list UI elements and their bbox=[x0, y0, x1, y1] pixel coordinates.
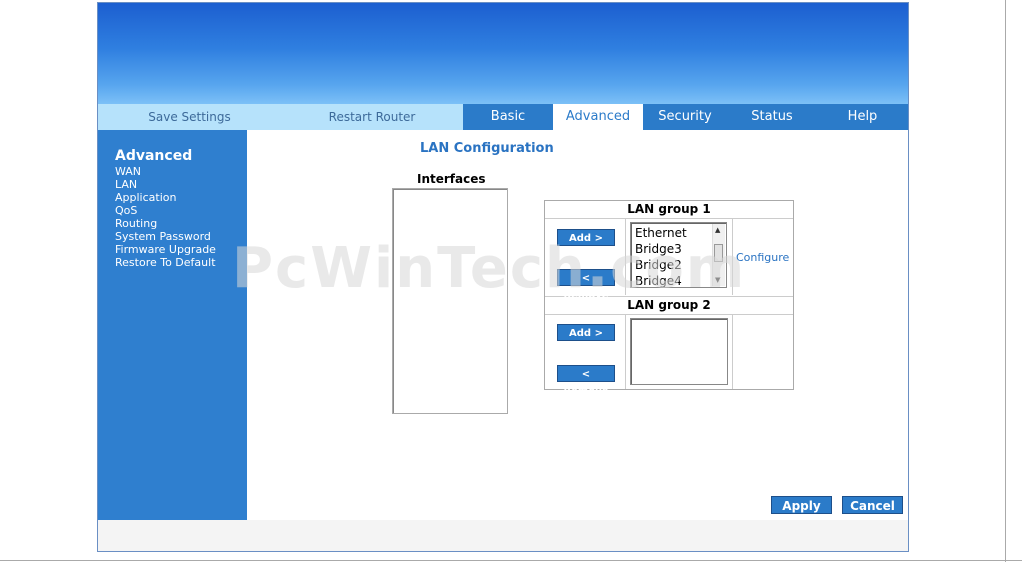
watermark: PcWinTech.com bbox=[232, 236, 747, 301]
apply-button[interactable]: Apply bbox=[771, 496, 832, 514]
interfaces-label: Interfaces bbox=[417, 172, 486, 186]
divider bbox=[625, 314, 626, 389]
footer-bar bbox=[98, 520, 908, 551]
header-banner bbox=[98, 3, 908, 104]
group2-member-listbox[interactable] bbox=[630, 318, 728, 385]
sidebar-item-lan[interactable]: LAN bbox=[115, 178, 137, 191]
window-bottom-line bbox=[0, 560, 1022, 561]
restart-router-link[interactable]: Restart Router bbox=[281, 104, 463, 130]
top-nav: Save Settings Restart Router Basic Advan… bbox=[98, 104, 908, 130]
sidebar: Advanced WAN LAN Application QoS Routing… bbox=[98, 130, 247, 520]
window-edge-line bbox=[1005, 0, 1006, 562]
sidebar-item-firmware-upgrade[interactable]: Firmware Upgrade bbox=[115, 243, 216, 256]
sidebar-item-qos[interactable]: QoS bbox=[115, 204, 137, 217]
cancel-button[interactable]: Cancel bbox=[842, 496, 903, 514]
save-settings-link[interactable]: Save Settings bbox=[98, 104, 281, 130]
sidebar-item-routing[interactable]: Routing bbox=[115, 217, 157, 230]
sidebar-item-wan[interactable]: WAN bbox=[115, 165, 141, 178]
sidebar-item-system-password[interactable]: System Password bbox=[115, 230, 211, 243]
sidebar-item-application[interactable]: Application bbox=[115, 191, 176, 204]
tab-basic[interactable]: Basic bbox=[463, 104, 553, 130]
sidebar-title: Advanced bbox=[115, 148, 193, 164]
scroll-up-icon[interactable]: ▲ bbox=[715, 226, 720, 234]
tab-advanced[interactable]: Advanced bbox=[553, 104, 643, 130]
tab-status[interactable]: Status bbox=[727, 104, 817, 130]
interfaces-listbox[interactable] bbox=[392, 188, 508, 414]
sidebar-item-restore-default[interactable]: Restore To Default bbox=[115, 256, 216, 269]
divider bbox=[732, 314, 733, 389]
tab-security[interactable]: Security bbox=[643, 104, 727, 130]
page-title: LAN Configuration bbox=[420, 141, 554, 156]
lan-group-1-header: LAN group 1 bbox=[545, 201, 793, 219]
group2-remove-button[interactable]: < Remove bbox=[557, 365, 615, 397]
tab-help[interactable]: Help bbox=[817, 104, 908, 130]
group2-add-button[interactable]: Add > bbox=[557, 324, 615, 341]
